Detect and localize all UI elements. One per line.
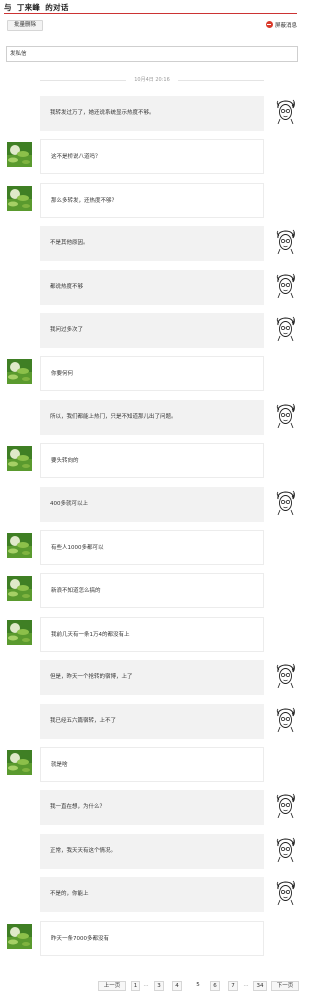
block-icon: [265, 21, 273, 28]
date-divider-line-right: [178, 80, 264, 81]
private-message-input[interactable]: 发私信: [6, 46, 298, 62]
page-link[interactable]: 7: [228, 981, 238, 991]
message-bubble: 这不是桥说八道吗？: [40, 139, 264, 175]
sender-avatar[interactable]: [273, 402, 298, 428]
page-ellipsis: ...: [143, 982, 149, 988]
contact-avatar[interactable]: [7, 923, 32, 949]
message-bubble: 就是啥: [40, 747, 264, 782]
message-received: 新浪不知道怎么搞的: [0, 573, 311, 609]
message-sent: 都说热度不够: [0, 269, 311, 306]
message-sent: 我已经五六篇宿转，上不了: [0, 703, 311, 740]
message-bubble: 有些人1000多都可以: [40, 530, 264, 565]
message-bubble: 不是的，你能上: [40, 877, 264, 913]
contact-avatar[interactable]: [7, 619, 32, 645]
message-sent: 正常，我天天有这个情况。: [0, 833, 311, 870]
message-sent: 400多就可以上: [0, 486, 311, 523]
sender-avatar[interactable]: [273, 229, 298, 255]
message-bubble: 我转发过万了，她还说系统显示热度不够。: [40, 96, 264, 131]
date-divider-line-left: [40, 80, 126, 81]
batch-delete-button[interactable]: 批量删除: [7, 20, 44, 31]
message-bubble: 新浪不知道怎么搞的: [40, 573, 264, 609]
sender-avatar[interactable]: [273, 272, 298, 298]
sender-avatar[interactable]: [273, 706, 298, 732]
message-bubble: 我问过多次了: [40, 313, 264, 348]
next-page-button[interactable]: 下一页: [271, 981, 299, 991]
message-received: 这不是桥说八道吗？: [0, 139, 311, 175]
sender-avatar[interactable]: [273, 663, 298, 689]
sender-avatar[interactable]: [273, 836, 298, 862]
header-divider: [4, 13, 297, 14]
sender-avatar[interactable]: [273, 880, 298, 906]
message-sent: 所以，我们都能上热门，只是不知道那儿出了问题。: [0, 399, 311, 436]
message-bubble: 我已经五六篇宿转，上不了: [40, 703, 264, 739]
message-sent: 我转发过万了，她还说系统显示热度不够。: [0, 96, 311, 132]
sender-avatar[interactable]: [273, 793, 298, 819]
title-prefix: 与: [4, 3, 12, 12]
page-link[interactable]: 1: [131, 981, 140, 991]
message-sent: 但是，昨天一个抢转的宿博，上了: [0, 660, 311, 696]
contact-avatar[interactable]: [7, 446, 32, 472]
message-bubble: 我一直在想，为什么？: [40, 790, 264, 826]
page-link[interactable]: 3: [154, 981, 164, 991]
message-bubble: 都说热度不够: [40, 269, 264, 305]
message-bubble: 不是其他原因。: [40, 226, 264, 262]
mask-messages-link[interactable]: 屏蔽消息: [265, 21, 297, 31]
page-link[interactable]: 34: [253, 981, 267, 991]
message-received: 有些人1000多都可以: [0, 530, 311, 566]
message-bubble: 要头转向的: [40, 443, 264, 479]
contact-avatar[interactable]: [7, 185, 32, 211]
date-divider: 10月4日 20:16: [40, 76, 264, 84]
page-ellipsis: ...: [243, 982, 249, 988]
contact-avatar[interactable]: [7, 533, 32, 558]
contact-avatar[interactable]: [7, 576, 32, 602]
contact-nickname[interactable]: 丁来峰: [17, 3, 40, 12]
date-divider-text: 10月4日 20:16: [134, 77, 170, 83]
message-received: 昨天一条7000多都没有: [0, 920, 311, 957]
message-sent: 我一直在想，为什么？: [0, 790, 311, 826]
message-sent: 不是其他原因。: [0, 226, 311, 262]
message-bubble: 昨天一条7000多都没有: [40, 920, 264, 956]
page-link[interactable]: 6: [210, 981, 220, 991]
sender-avatar[interactable]: [273, 99, 298, 124]
prev-page-button[interactable]: 上一页: [98, 981, 126, 991]
message-received: 我前几天有一条1万4的都没有上: [0, 616, 311, 653]
message-received: 你要何何: [0, 356, 311, 392]
message-bubble: 那么多转发，还热度不够？: [40, 182, 264, 218]
mask-messages-label: 屏蔽消息: [274, 23, 297, 29]
message-bubble: 所以，我们都能上热门，只是不知道那儿出了问题。: [40, 399, 264, 435]
message-bubble: 我前几天有一条1万4的都没有上: [40, 616, 264, 652]
sender-avatar[interactable]: [273, 316, 298, 341]
toolbar: 批量删除 屏蔽消息: [4, 20, 297, 32]
current-page: 5: [196, 982, 200, 988]
message-bubble: 正常，我天天有这个情况。: [40, 833, 264, 869]
contact-avatar[interactable]: [7, 359, 32, 385]
contact-avatar[interactable]: [7, 750, 32, 775]
page-link[interactable]: 4: [172, 981, 182, 991]
message-received: 那么多转发，还热度不够？: [0, 182, 311, 219]
message-received: 要头转向的: [0, 443, 311, 479]
conversation-title: 与丁来峰 的对话: [4, 2, 304, 13]
message-sent: 我问过多次了: [0, 313, 311, 349]
message-sent: 不是的，你能上: [0, 877, 311, 913]
message-bubble: 但是，昨天一个抢转的宿博，上了: [40, 660, 264, 696]
message-received: 就是啥: [0, 747, 311, 783]
sender-avatar[interactable]: [273, 489, 298, 515]
message-bubble: 400多就可以上: [40, 486, 264, 522]
message-bubble: 你要何何: [40, 356, 264, 392]
contact-avatar[interactable]: [7, 142, 32, 168]
title-suffix: 的对话: [45, 3, 69, 12]
